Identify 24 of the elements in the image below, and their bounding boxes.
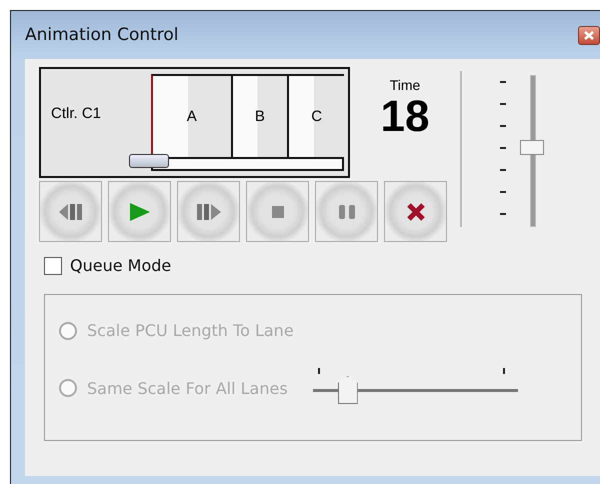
step-back-button[interactable]: [39, 181, 102, 242]
close-icon: [583, 30, 595, 40]
play-icon: [130, 200, 150, 222]
close-button[interactable]: [384, 181, 447, 242]
window-title: Animation Control: [25, 25, 179, 45]
option-label: Same Scale For All Lanes: [87, 378, 288, 398]
close-icon: [406, 202, 426, 222]
slider-thumb[interactable]: [520, 140, 544, 155]
close-button[interactable]: [578, 26, 600, 44]
time-label: Time: [390, 77, 420, 93]
timeline-scrollbar[interactable]: [129, 154, 344, 171]
pause-icon: [338, 204, 354, 218]
time-value: 18: [380, 93, 430, 141]
stop-button[interactable]: [246, 181, 309, 242]
play-button[interactable]: [108, 181, 171, 242]
stop-icon: [272, 206, 284, 218]
step-forward-button[interactable]: [177, 181, 240, 242]
queue-mode-checkbox[interactable]: Queue Mode: [44, 256, 172, 275]
phase-column: B: [232, 76, 290, 157]
controller-label: Ctlr. C1: [50, 105, 102, 122]
scroll-thumb[interactable]: [129, 154, 169, 168]
option-label: Scale PCU Length To Lane: [87, 321, 294, 340]
phase-column: A: [153, 76, 233, 157]
pause-button[interactable]: [315, 181, 378, 242]
